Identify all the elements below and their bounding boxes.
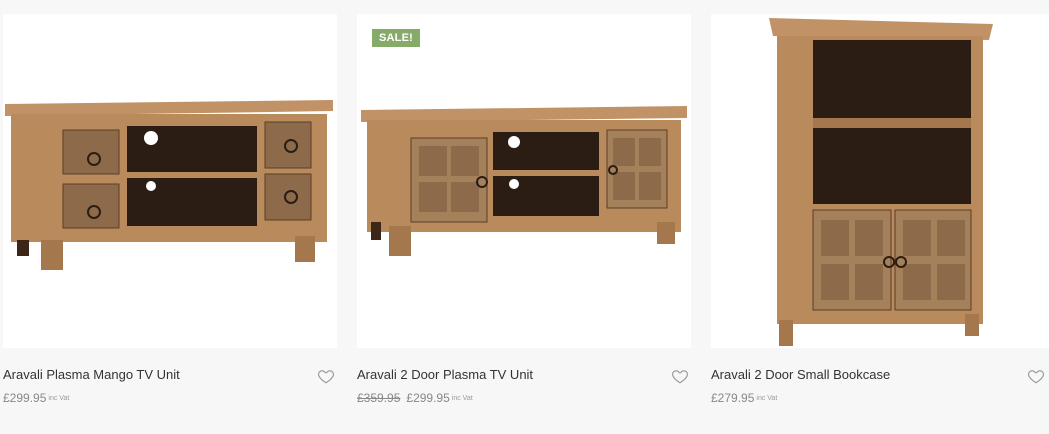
product-grid: Aravali Plasma Mango TV Unit £299.95 inc … (0, 0, 1049, 434)
tv-unit-2-door-illustration (361, 106, 687, 256)
tv-unit-illustration (5, 100, 333, 270)
product-title[interactable]: Aravali Plasma Mango TV Unit (3, 367, 337, 383)
heart-outline-icon[interactable] (317, 367, 335, 385)
bookcase-illustration (769, 18, 993, 346)
price-row: £359.95 £299.95 inc Vat (357, 391, 691, 406)
product-title[interactable]: Aravali 2 Door Plasma TV Unit (357, 367, 691, 383)
product-card: Aravali Plasma Mango TV Unit £299.95 inc … (3, 14, 337, 406)
price: £299.95 (3, 391, 47, 405)
product-card: Aravali 2 Door Small Bookcase £279.95 inc… (711, 14, 1049, 406)
product-card: SALE! Aravali 2 Door Plasma TV Unit £359… (357, 14, 691, 406)
heart-outline-icon[interactable] (1027, 367, 1045, 385)
product-image[interactable] (711, 14, 1049, 348)
price-row: £299.95 inc Vat (3, 391, 337, 406)
heart-outline-icon[interactable] (671, 367, 689, 385)
price: £279.95 (711, 391, 755, 405)
old-price: £359.95 (357, 391, 401, 405)
vat-label: inc Vat (451, 394, 473, 402)
price: £299.95 (406, 391, 450, 405)
product-image[interactable] (3, 14, 337, 348)
price-row: £279.95 inc Vat (711, 391, 1049, 406)
product-image[interactable]: SALE! (357, 14, 691, 348)
vat-label: inc Vat (756, 394, 778, 402)
product-title[interactable]: Aravali 2 Door Small Bookcase (711, 367, 1049, 383)
vat-label: inc Vat (48, 394, 70, 402)
sale-badge: SALE! (372, 29, 420, 47)
